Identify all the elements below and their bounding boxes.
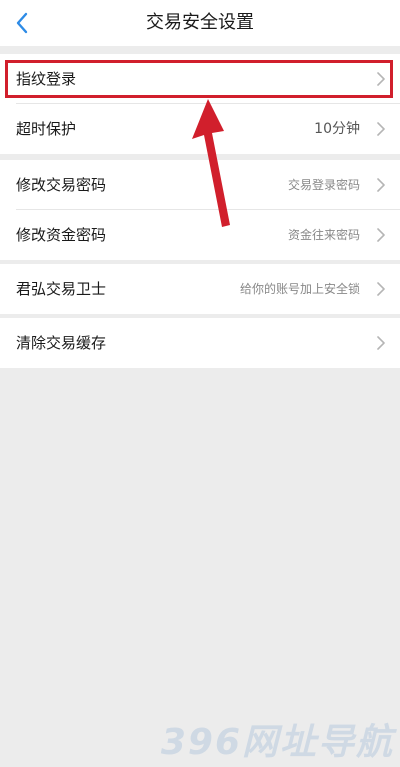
chevron-right-icon [377, 282, 385, 296]
settings-group-cache: 清除交易缓存 [0, 318, 400, 368]
chevron-right-icon [377, 122, 385, 136]
change-trade-password-row[interactable]: 修改交易密码 交易登录密码 [0, 160, 400, 210]
row-hint: 给你的账号加上安全锁 [239, 282, 360, 296]
row-label: 修改资金密码 [16, 226, 107, 244]
settings-group-login: 指纹登录 超时保护 10分钟 [0, 54, 400, 154]
watermark-logo: 396网址导航 [160, 722, 394, 763]
clear-cache-row[interactable]: 清除交易缓存 [0, 318, 400, 368]
row-label: 指纹登录 [16, 70, 77, 88]
page-title: 交易安全设置 [146, 12, 254, 33]
settings-group-guard: 君弘交易卫士 给你的账号加上安全锁 [0, 264, 400, 314]
row-label: 清除交易缓存 [16, 334, 107, 352]
row-label: 超时保护 [16, 120, 77, 138]
row-label: 修改交易密码 [16, 176, 107, 194]
trade-guard-row[interactable]: 君弘交易卫士 给你的账号加上安全锁 [0, 264, 400, 314]
fingerprint-login-row[interactable]: 指纹登录 [0, 54, 400, 104]
header-bar: 交易安全设置 [0, 0, 400, 46]
chevron-right-icon [377, 336, 385, 350]
settings-group-passwords: 修改交易密码 交易登录密码 修改资金密码 资金往来密码 [0, 160, 400, 260]
chevron-right-icon [377, 72, 385, 86]
row-label: 君弘交易卫士 [16, 280, 107, 298]
change-fund-password-row[interactable]: 修改资金密码 资金往来密码 [0, 210, 400, 260]
row-hint: 资金往来密码 [287, 228, 360, 242]
row-hint: 交易登录密码 [287, 178, 360, 192]
chevron-right-icon [377, 178, 385, 192]
timeout-value: 10分钟 [314, 121, 360, 137]
timeout-protection-row[interactable]: 超时保护 10分钟 [0, 104, 400, 154]
chevron-right-icon [377, 228, 385, 242]
